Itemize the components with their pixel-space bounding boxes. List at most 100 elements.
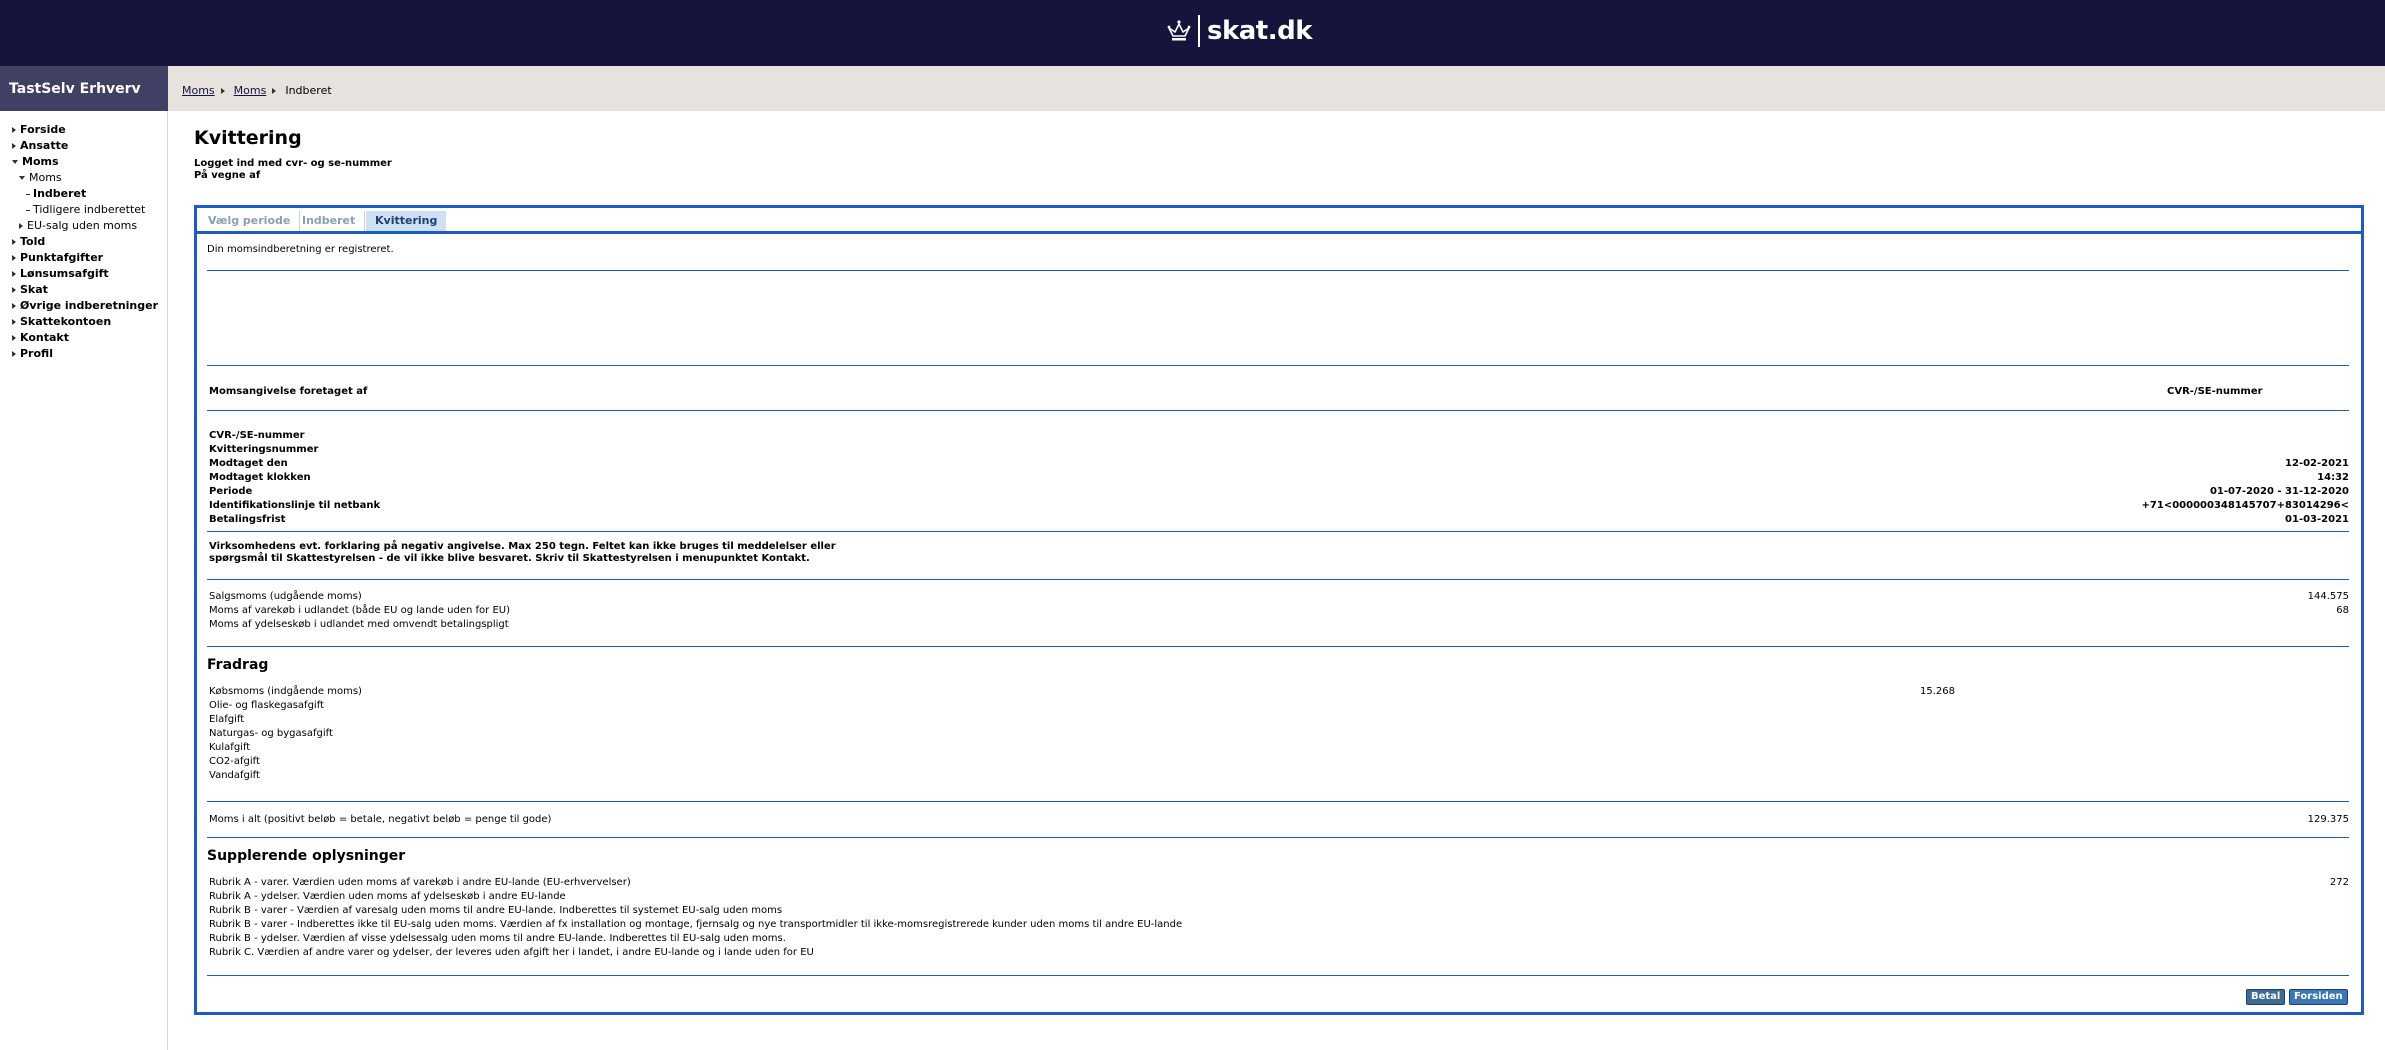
divider — [207, 801, 2349, 802]
supplementary-heading: Supplerende oplysninger — [207, 848, 406, 864]
status-message: Din momsindberetning er registreret. — [207, 244, 394, 255]
tab-vaelg-periode[interactable]: Vælg periode — [199, 211, 301, 231]
row-label: Identifikationslinje til netbank — [209, 500, 381, 511]
row-label: Salgsmoms (udgående moms) — [209, 591, 362, 602]
tab-indberet[interactable]: Indberet — [293, 211, 366, 231]
caret-right-icon — [12, 303, 16, 309]
row-value: 01-07-2020 - 31-12-2020 — [2209, 486, 2349, 497]
sidebar-item-label: Punktafgifter — [20, 251, 104, 264]
row-label: Kvitteringsnummer — [209, 444, 319, 455]
breadcrumb-moms-2[interactable]: Moms — [234, 84, 267, 97]
breadcrumb-arrow-icon — [272, 87, 277, 94]
row-label: Naturgas- og bygasafgift — [209, 728, 333, 739]
pay-button[interactable]: Betal — [2246, 989, 2286, 1005]
tab-kvittering[interactable]: Kvittering — [366, 211, 447, 231]
home-button[interactable]: Forsiden — [2289, 989, 2348, 1005]
row-label: Modtaget den — [209, 458, 288, 469]
sidebar-item-label: Tidligere indberettet — [33, 203, 146, 216]
breadcrumb: Moms Moms Indberet — [182, 84, 332, 97]
login-line-2: På vegne af — [194, 170, 261, 181]
sidebar: Forside Ansatte Moms Moms Indberet Tidligere … — [0, 111, 168, 1050]
sidebar-item-moms[interactable]: Moms — [0, 154, 167, 170]
sidebar-item-label: Øvrige indberetninger — [20, 299, 159, 312]
brand-name: skat.dk — [1207, 16, 1313, 46]
top-header: skat.dk — [0, 0, 2385, 66]
divider — [207, 270, 2349, 271]
row-label: Rubrik C. Værdien af andre varer og ydel… — [209, 947, 814, 958]
dash-icon — [26, 193, 30, 195]
sidebar-item-told[interactable]: Told — [0, 234, 167, 250]
sidebar-item-skat[interactable]: Skat — [0, 282, 167, 298]
logo-divider — [1198, 15, 1200, 47]
row-value: 12-02-2021 — [2285, 458, 2349, 469]
row-label: Kulafgift — [209, 742, 251, 753]
row-label: Rubrik B - varer - Indberettes ikke til … — [209, 919, 1183, 930]
caret-right-icon — [12, 255, 16, 261]
explanation-line-1: Virksomhedens evt. forklaring på negativ… — [209, 541, 836, 552]
sidebar-item-skattekontoen[interactable]: Skattekontoen — [0, 314, 167, 330]
receipt-panel: Vælg periode Indberet Kvittering Din mom… — [194, 205, 2364, 1015]
row-label: Moms af varekøb i udlandet (både EU og l… — [209, 605, 510, 616]
sidebar-item-label: Moms — [29, 171, 62, 184]
total-label: Moms i alt (positivt beløb = betale, neg… — [209, 814, 552, 825]
divider — [207, 365, 2349, 366]
sidebar-item-kontakt[interactable]: Kontakt — [0, 330, 167, 346]
caret-down-icon — [12, 160, 18, 164]
sidebar-item-tidligere-indberettet[interactable]: Tidligere indberettet — [0, 202, 167, 218]
divider — [207, 579, 2349, 580]
made-by-label: Momsangivelse foretaget af — [209, 386, 368, 397]
breadcrumb-moms-1[interactable]: Moms — [182, 84, 215, 97]
caret-right-icon — [12, 271, 16, 277]
divider — [207, 646, 2349, 647]
sidebar-item-label: Ansatte — [20, 139, 69, 152]
sidebar-item-label: Skat — [20, 283, 48, 296]
caret-right-icon — [12, 239, 16, 245]
breadcrumb-arrow-icon — [220, 87, 225, 94]
row-label: Rubrik A - ydelser. Værdien uden moms af… — [209, 891, 566, 902]
row-label: Modtaget klokken — [209, 472, 311, 483]
row-value: 144.575 — [2307, 591, 2349, 602]
row-label: CVR-/SE-nummer — [209, 430, 305, 441]
row-label: Betalingsfrist — [209, 514, 286, 525]
sidebar-item-ansatte[interactable]: Ansatte — [0, 138, 167, 154]
row-label: Elafgift — [209, 714, 245, 725]
page-title: Kvittering — [194, 127, 302, 149]
sidebar-item-øvrige-indberetninger[interactable]: Øvrige indberetninger — [0, 298, 167, 314]
fradrag-heading: Fradrag — [207, 657, 269, 673]
skat-logo[interactable]: skat.dk — [1166, 14, 1313, 48]
sidebar-title[interactable]: TastSelv Erhverv — [0, 66, 168, 111]
sidebar-item-punktafgifter[interactable]: Punktafgifter — [0, 250, 167, 266]
row-label: Rubrik A - varer. Værdien uden moms af v… — [209, 877, 631, 888]
explanation-line-2: spørgsmål til Skattestyrelsen - de vil i… — [209, 553, 810, 564]
login-info: Logget ind med cvr- og se-nummer På vegn… — [194, 158, 392, 182]
sidebar-item-label: Moms — [22, 155, 59, 168]
row-label: Købsmoms (indgående moms) — [209, 686, 362, 697]
row-value: +71<000000348145707+83014296< — [2141, 500, 2349, 511]
login-line-1: Logget ind med cvr- og se-nummer — [194, 158, 392, 169]
row-label: Vandafgift — [209, 770, 260, 781]
row-label: Periode — [209, 486, 253, 497]
sidebar-item-indberet[interactable]: Indberet — [0, 186, 167, 202]
row-value: 272 — [2329, 877, 2349, 888]
sidebar-item-profil[interactable]: Profil — [0, 346, 167, 362]
divider — [207, 975, 2349, 976]
caret-right-icon — [12, 127, 16, 133]
row-label: CO2-afgift — [209, 756, 260, 767]
breadcrumb-current: Indberet — [285, 84, 332, 97]
sidebar-item-label: Lønsumsafgift — [20, 267, 109, 280]
row-value: 15.268 — [1920, 686, 1955, 697]
row-label: Rubrik B - varer - Værdien af varesalg u… — [209, 905, 783, 916]
sidebar-item-lønsumsafgift[interactable]: Lønsumsafgift — [0, 266, 167, 282]
divider — [207, 410, 2349, 411]
sidebar-item-forside[interactable]: Forside — [0, 122, 167, 138]
sidebar-item-moms[interactable]: Moms — [0, 170, 167, 186]
sidebar-item-label: Kontakt — [20, 331, 69, 344]
caret-right-icon — [12, 335, 16, 341]
row-label: Olie- og flaskegasafgift — [209, 700, 324, 711]
row-label: Moms af ydelseskøb i udlandet med omvend… — [209, 619, 509, 630]
caret-right-icon — [12, 319, 16, 325]
breadcrumb-bar — [0, 66, 2385, 111]
sidebar-item-eu-salg-uden-moms[interactable]: EU-salg uden moms — [0, 218, 167, 234]
caret-right-icon — [12, 351, 16, 357]
sidebar-item-label: Profil — [20, 347, 53, 360]
